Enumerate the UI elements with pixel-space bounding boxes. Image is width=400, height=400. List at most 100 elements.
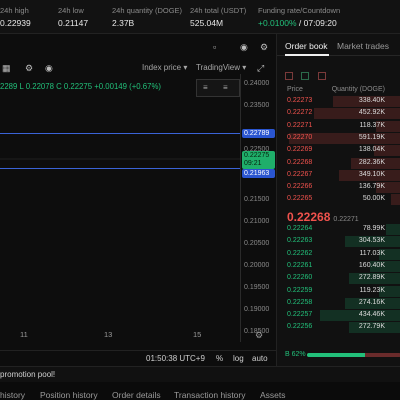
row-price: 0.22265 [287, 195, 313, 203]
row-price: 0.22262 [287, 249, 313, 257]
row-quantity: 434.46K [358, 311, 385, 319]
bid-row[interactable]: 0.22259 119.23K [277, 285, 400, 297]
stat-funding-rate: Funding rate/Countdown +0.0100% / 07:09:… [258, 6, 340, 28]
row-price: 0.22264 [287, 225, 313, 232]
bid-row[interactable]: 0.22258 274.16K [277, 297, 400, 309]
row-quantity: 117.03K [359, 249, 385, 257]
bid-row[interactable]: 0.22260 272.89K [277, 273, 400, 285]
bid-row[interactable]: 0.22264 78.99K [277, 224, 400, 235]
ask-row[interactable]: 0.22273 338.40K [277, 96, 400, 107]
tab-market-trades[interactable]: Market trades [337, 41, 389, 51]
ask-row[interactable]: 0.22272 452.92K [277, 108, 400, 120]
buy-sell-ratio: B 62% [285, 350, 400, 360]
tab-order-details[interactable]: Order details [112, 390, 161, 400]
row-quantity: 160.40K [358, 261, 385, 269]
stat-label: 24h high [0, 6, 29, 15]
gear-icon[interactable]: ⚙ [25, 63, 33, 74]
ask-row[interactable]: 0.22265 50.00K [277, 194, 400, 206]
bid-row[interactable]: 0.22256 272.79K [277, 322, 400, 334]
order-book-tabs: Order book Market trades [277, 34, 400, 56]
depth-view-switch [285, 67, 330, 85]
tab-transaction-history[interactable]: Transaction history [174, 390, 246, 400]
ask-row[interactable]: 0.22271 118.37K [277, 120, 400, 132]
buy-ratio-label: B 62% [285, 351, 306, 358]
ask-row[interactable]: 0.22270 591.19K [277, 132, 400, 144]
asks-only-icon[interactable] [317, 72, 326, 80]
bid-row[interactable]: 0.22261 160.40K [277, 260, 400, 272]
bell-icon[interactable]: ◉ [240, 42, 248, 53]
chart-icon[interactable]: ▫ [213, 42, 216, 52]
row-quantity: 349.10K [358, 170, 385, 178]
x-tick: 11 [20, 330, 28, 339]
row-quantity: 272.89K [358, 274, 385, 282]
tab-position-history[interactable]: Position history [40, 390, 98, 400]
percent-toggle[interactable]: % [216, 354, 223, 363]
calendar-icon[interactable]: ▦ [2, 63, 11, 74]
y-tick: 0.19000 [244, 306, 270, 313]
row-quantity: 78.99K [362, 225, 385, 232]
index-price-dropdown[interactable]: Index price ▾ [142, 63, 187, 72]
y-tick: 0.19500 [244, 284, 270, 291]
bid-row[interactable]: 0.22263 304.53K [277, 236, 400, 248]
row-quantity: 591.19K [358, 133, 385, 141]
tools-icon[interactable]: ≡ [203, 83, 208, 92]
y-tick: 0.21500 [244, 196, 270, 203]
last-price-value: 0.22268 [287, 210, 331, 224]
stat-value: 2.37B [112, 18, 135, 28]
y-tick: 0.20000 [244, 262, 270, 269]
expand-icon[interactable]: ⤢ [257, 63, 264, 74]
row-quantity: 118.37K [359, 121, 385, 129]
depth-bar [314, 108, 400, 120]
candle-countdown: 09:21 [244, 160, 262, 167]
tab-history[interactable]: history [0, 390, 25, 400]
stat-24h-total: 24h total (USDT) 525.04M [190, 6, 246, 28]
ratio-track [307, 353, 400, 357]
chart-toolbar: ▫ ◉ ⚙ ▦ ⚙ ◉ Index price ▾ TradingView ▾ … [0, 34, 276, 74]
row-price: 0.22260 [287, 274, 313, 282]
row-price: 0.22258 [287, 298, 313, 306]
bid-row[interactable]: 0.22257 434.46K [277, 310, 400, 322]
bids-only-icon[interactable] [301, 72, 310, 80]
stat-value: 0.21147 [58, 18, 89, 28]
promo-banner[interactable]: promotion pool! [0, 366, 400, 382]
stat-24h-high: 24h high 0.22939 [0, 6, 31, 28]
clock: 01:50:38 UTC+9 [146, 354, 205, 363]
price-axis[interactable]: 0.24000 0.23500 0.22500 0.21500 0.21000 … [240, 74, 276, 342]
candle-area [0, 158, 240, 160]
auto-toggle[interactable]: auto [252, 354, 268, 363]
camera-icon[interactable]: ◉ [45, 63, 53, 74]
time-axis[interactable]: 11 13 15 ⚙ [0, 327, 276, 342]
row-price: 0.22256 [287, 323, 313, 331]
funding-rate-value: +0.0100% [258, 18, 297, 28]
drawing-tools-widget[interactable]: ≡ ≡ [196, 79, 240, 97]
both-sides-icon[interactable] [285, 72, 293, 80]
tab-order-book[interactable]: Order book [285, 41, 328, 51]
stat-24h-low: 24h low 0.21147 [58, 6, 88, 28]
ticker-stats-bar: 24h high 0.22939 24h low 0.21147 24h qua… [0, 0, 400, 34]
lower-price-label: 0.21963 [242, 169, 275, 178]
stat-value: 525.04M [190, 18, 224, 28]
chart-plot-area[interactable]: ≡ ≡ [0, 74, 240, 342]
promo-text: promotion pool! [0, 370, 56, 379]
row-price: 0.22267 [287, 170, 313, 178]
depth-bar [386, 224, 400, 235]
ask-row[interactable]: 0.22268 282.36K [277, 157, 400, 169]
price-column-header: Price [287, 86, 303, 93]
ratio-fill [307, 353, 366, 357]
row-price: 0.22273 [287, 97, 313, 104]
reset-view-icon[interactable]: ⚙ [255, 330, 263, 341]
row-price: 0.22272 [287, 109, 313, 117]
stat-value: 0.22939 [0, 18, 31, 28]
bid-row[interactable]: 0.22262 117.03K [277, 248, 400, 260]
log-toggle[interactable]: log [233, 354, 244, 363]
current-price-label: 0.22275 09:21 [242, 151, 275, 169]
stat-label: 24h low [58, 6, 84, 15]
ask-row[interactable]: 0.22267 349.10K [277, 169, 400, 181]
account-tabs: history Position history Order details T… [0, 388, 400, 400]
ask-row[interactable]: 0.22269 138.04K [277, 145, 400, 157]
ask-row[interactable]: 0.22266 136.79K [277, 182, 400, 194]
settings-icon[interactable]: ⚙ [260, 42, 268, 53]
tab-assets[interactable]: Assets [260, 390, 286, 400]
tools-icon[interactable]: ≡ [223, 83, 228, 92]
tradingview-dropdown[interactable]: TradingView ▾ [196, 63, 246, 72]
